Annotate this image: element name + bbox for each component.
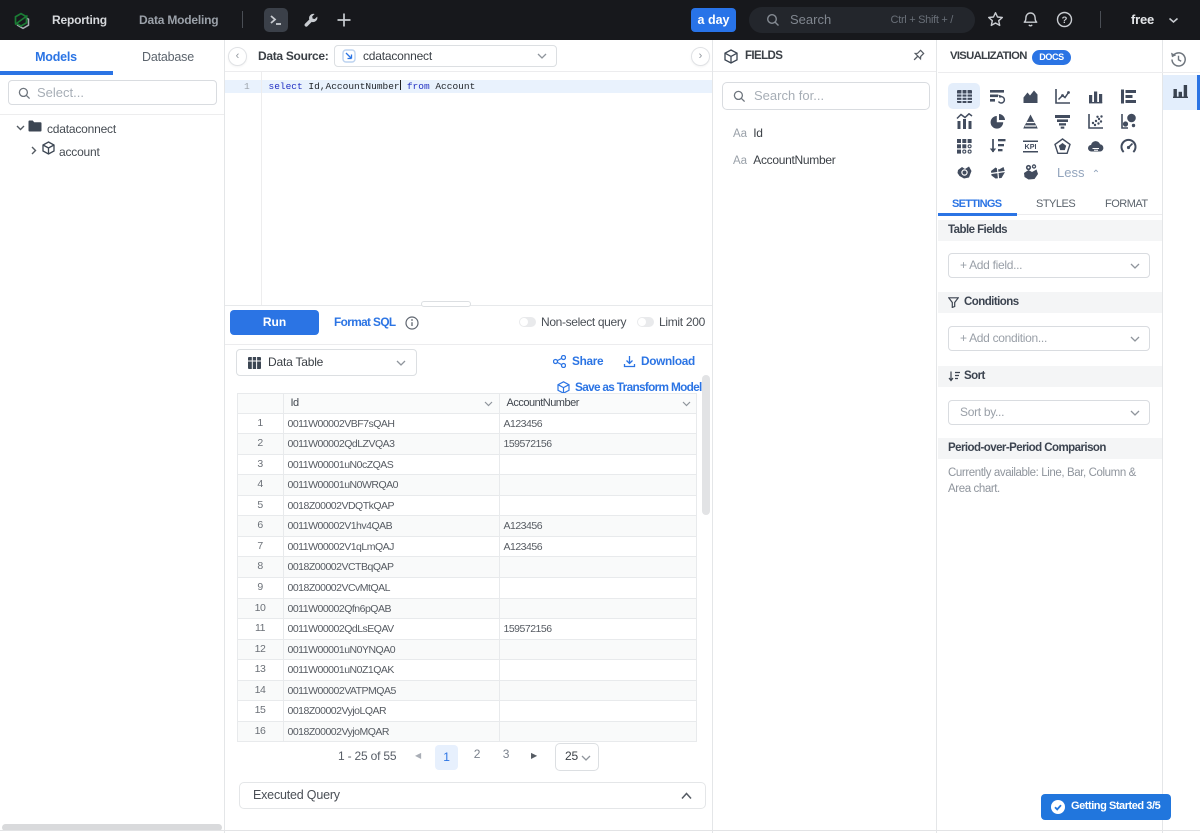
svg-text:KPI: KPI [1024, 142, 1036, 151]
svg-text:?: ? [1062, 15, 1068, 26]
